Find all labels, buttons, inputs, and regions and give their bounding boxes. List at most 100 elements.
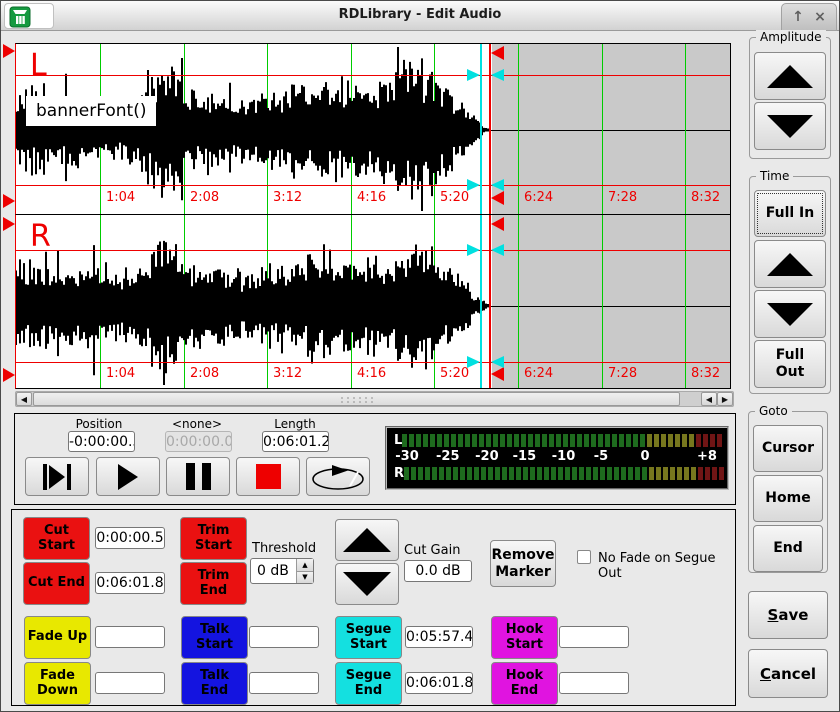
trim-start-button[interactable]: Trim Start <box>180 517 247 560</box>
scroll-left-button[interactable]: ◀ <box>16 392 32 406</box>
meter-segment <box>537 467 542 480</box>
fade-up-field[interactable] <box>95 626 165 648</box>
cut-end-marker-icon[interactable] <box>491 367 504 381</box>
fade-down-field[interactable] <box>95 672 165 694</box>
segue-start-button[interactable]: Segue Start <box>335 616 402 659</box>
cut-start-marker-icon[interactable] <box>3 217 15 231</box>
hook-end-button[interactable]: Hook End <box>491 662 558 705</box>
talk-start-field[interactable] <box>249 626 319 648</box>
time-full-out-button[interactable]: Full Out <box>754 340 826 388</box>
spin-up-icon[interactable]: ▲ <box>297 559 313 572</box>
meter-segment <box>677 467 682 480</box>
time-zoom-out-button[interactable] <box>754 290 826 338</box>
fade-down-button[interactable]: Fade Down <box>24 662 91 705</box>
meter-segment <box>619 434 624 447</box>
goto-end-button[interactable]: End <box>753 525 823 572</box>
time-label: 4:16 <box>357 366 386 381</box>
segue-start-marker-icon[interactable] <box>467 244 480 256</box>
goto-cursor-button[interactable]: Cursor <box>753 425 823 472</box>
meter-segment <box>605 434 610 447</box>
time-label: 2:08 <box>190 190 219 205</box>
cut-end-marker-icon[interactable] <box>491 217 504 231</box>
play-from-start-button[interactable] <box>25 457 89 496</box>
cut-start-marker-icon[interactable] <box>3 194 15 208</box>
gain-down-button[interactable] <box>335 563 399 605</box>
amplitude-down-button[interactable] <box>754 102 826 150</box>
cut-gain-field[interactable] <box>404 560 472 582</box>
meter-segment <box>453 467 458 480</box>
scrollbar-thumb[interactable] <box>33 392 680 406</box>
talk-end-button[interactable]: Talk End <box>181 662 248 705</box>
titlebar[interactable]: RDLibrary - Edit Audio ↑ × <box>1 1 839 31</box>
save-button[interactable]: Save <box>748 591 828 639</box>
segue-end-field[interactable] <box>405 672 473 694</box>
meter-segment <box>481 467 486 480</box>
meter-segment <box>614 467 619 480</box>
cut-start-marker-icon[interactable] <box>3 368 15 382</box>
time-zoom-in-button[interactable] <box>754 240 826 288</box>
meter-segment <box>668 434 673 447</box>
meter-scale-label: +8 <box>697 449 717 464</box>
segue-end-marker-icon[interactable] <box>491 356 504 368</box>
waveform-panel-right[interactable]: 1:042:083:124:165:206:247:288:32R <box>15 214 731 389</box>
threshold-spinbox[interactable]: 0 dB ▲ ▼ <box>250 558 314 584</box>
meter-segment <box>663 467 668 480</box>
cut-end-button[interactable]: Cut End <box>23 562 90 605</box>
meter-segment <box>416 434 421 447</box>
time-full-in-button[interactable]: Full In <box>754 190 826 237</box>
cut-end-field[interactable] <box>95 572 165 594</box>
meter-segment <box>640 434 645 447</box>
no-fade-checkbox[interactable] <box>577 550 591 564</box>
cut-end-marker-icon[interactable] <box>491 46 504 60</box>
cut-start-button[interactable]: Cut Start <box>23 517 90 560</box>
meter-segment <box>523 467 528 480</box>
meter-segment <box>418 467 423 480</box>
segue-end-marker-icon[interactable] <box>491 244 504 256</box>
scroll-right-button[interactable]: ▶ <box>717 392 733 406</box>
talk-start-button[interactable]: Talk Start <box>181 616 248 659</box>
segue-end-marker-icon[interactable] <box>491 179 504 191</box>
segue-start-marker-icon[interactable] <box>467 69 480 81</box>
scroll-left-button-2[interactable]: ◀ <box>701 392 717 406</box>
meter-segment <box>628 467 633 480</box>
meter-segment <box>710 434 715 447</box>
segue-start-line[interactable] <box>480 44 482 214</box>
remove-marker-button[interactable]: Remove Marker <box>490 540 556 587</box>
stop-button[interactable] <box>236 457 300 496</box>
hook-start-button[interactable]: Hook Start <box>491 616 558 659</box>
shade-button[interactable]: ↑ <box>792 10 804 24</box>
length-field[interactable] <box>262 431 329 452</box>
loop-button[interactable] <box>306 457 370 496</box>
meter-scale-label: 0 <box>640 449 649 464</box>
time-label: 7:28 <box>608 366 637 381</box>
segue-start-marker-icon[interactable] <box>467 356 480 368</box>
segue-start-marker-icon[interactable] <box>467 179 480 191</box>
waveform-scrollbar[interactable]: ◀ ◀ ▶ <box>15 391 734 407</box>
hook-end-field[interactable] <box>559 672 629 694</box>
cut-end-marker-icon[interactable] <box>491 191 504 205</box>
meter-segment <box>642 467 647 480</box>
pause-button[interactable] <box>166 457 230 496</box>
scrollbar-track[interactable] <box>33 392 700 406</box>
amplitude-up-button[interactable] <box>754 52 826 100</box>
play-button[interactable] <box>96 457 160 496</box>
goto-home-button[interactable]: Home <box>753 475 823 522</box>
fade-up-button[interactable]: Fade Up <box>24 616 91 659</box>
segue-end-marker-icon[interactable] <box>491 69 504 81</box>
cancel-button[interactable]: Cancel <box>748 649 828 698</box>
cut-start-marker-icon[interactable] <box>3 44 15 58</box>
segue-start-line[interactable] <box>480 215 482 388</box>
cut-start-field[interactable] <box>95 527 165 549</box>
waveform-panel-left[interactable]: 1:042:083:124:165:206:247:288:32LbannerF… <box>15 43 731 214</box>
segue-start-field[interactable] <box>405 626 473 648</box>
segue-end-button[interactable]: Segue End <box>335 662 402 705</box>
meter-segment <box>409 434 414 447</box>
meter-segment <box>439 467 444 480</box>
gain-up-button[interactable] <box>335 519 399 561</box>
spin-down-icon[interactable]: ▼ <box>297 572 313 584</box>
hook-start-field[interactable] <box>559 626 629 648</box>
talk-end-field[interactable] <box>249 672 319 694</box>
trim-end-button[interactable]: Trim End <box>180 562 247 605</box>
close-button[interactable]: × <box>814 10 826 24</box>
position-field[interactable] <box>68 431 135 452</box>
